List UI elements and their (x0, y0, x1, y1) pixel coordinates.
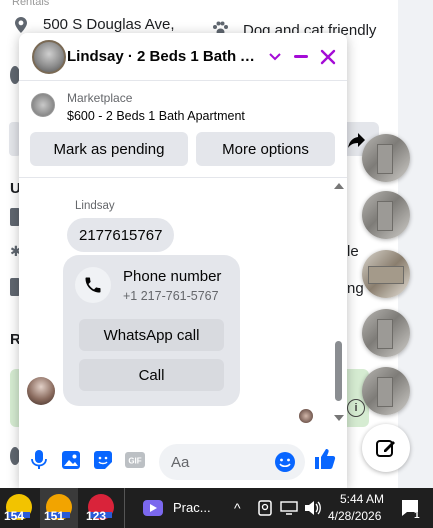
chat-head-thumbnail (368, 266, 404, 284)
taskbar-badge-1: 154 (4, 509, 25, 523)
chat-header: Lindsay · 2 Beds 1 Bath Ap... (19, 33, 347, 81)
microphone-icon (31, 450, 47, 469)
chat-head-2[interactable] (362, 191, 410, 239)
rentals-label: Rentals (12, 0, 50, 8)
whatsapp-call-button[interactable]: WhatsApp call (79, 319, 224, 351)
message-input-placeholder: Aa (171, 454, 190, 471)
photo-icon (62, 451, 80, 469)
clock-date[interactable]: 4/28/2026 (328, 509, 381, 523)
mark-as-pending-button[interactable]: Mark as pending (30, 132, 188, 166)
teams-video-icon[interactable] (143, 498, 163, 518)
chat-head-thumbnail (377, 144, 393, 174)
gif-button[interactable]: GIF (124, 449, 146, 471)
phone-icon-circle (75, 267, 111, 303)
chevron-up-icon[interactable]: ^ (234, 500, 241, 516)
sticker-icon (94, 451, 112, 469)
minimize-button[interactable] (289, 45, 313, 69)
notification-count: 1 (414, 510, 420, 521)
chat-head-5[interactable] (362, 367, 410, 415)
minimize-icon (294, 55, 308, 58)
close-icon (320, 49, 336, 65)
phone-card-number: +1 217-761-5767 (123, 289, 219, 303)
more-options-button[interactable]: More options (196, 132, 335, 166)
message-scrollbar[interactable] (333, 179, 345, 427)
chat-head-thumbnail (377, 377, 393, 407)
scroll-down-arrow[interactable] (334, 415, 344, 421)
taskbar-app-2[interactable]: 151 (40, 488, 78, 528)
chat-head-4[interactable] (362, 309, 410, 357)
message-input[interactable]: Aa (159, 444, 305, 480)
sticker-button[interactable] (92, 449, 114, 471)
phone-card-title: Phone number (123, 268, 222, 285)
camera-tray-icon[interactable] (258, 500, 272, 516)
listing-description[interactable]: $600 - 2 Beds 1 Bath Apartment (67, 109, 245, 123)
taskbar-divider (124, 488, 125, 528)
listing-avatar[interactable] (32, 40, 66, 74)
taskbar-badge-3: 123 (86, 509, 107, 523)
message-bubble[interactable]: 2177615767 (67, 218, 175, 252)
scroll-thumb[interactable] (335, 341, 342, 401)
taskbar-badge-2: 151 (44, 509, 65, 523)
seen-indicator-avatar (299, 409, 313, 423)
windows-taskbar: 154 151 123 Prac... ^ 5:44 AM 4/28/2026 … (0, 488, 433, 528)
call-button[interactable]: Call (79, 359, 224, 391)
attach-photo-button[interactable] (60, 449, 82, 471)
bg-text-le: le (347, 243, 359, 260)
voice-clip-button[interactable] (28, 449, 50, 471)
chat-title[interactable]: Lindsay · 2 Beds 1 Bath Ap... (67, 48, 263, 65)
taskbar-app-1[interactable]: 154 (0, 488, 38, 528)
bg-text-ng: ng (347, 280, 364, 297)
clock-time[interactable]: 5:44 AM (336, 492, 388, 506)
chevron-down-icon (269, 53, 281, 61)
gif-icon: GIF (125, 452, 145, 468)
bg-scroll-strip (398, 0, 433, 488)
info-icon[interactable]: i (347, 399, 365, 417)
chat-head-thumbnail (377, 201, 393, 231)
svg-text:GIF: GIF (128, 457, 141, 466)
thumbs-up-icon (315, 449, 336, 469)
chat-head-thumbnail (377, 319, 393, 349)
sender-name: Lindsay (75, 200, 115, 212)
taskbar-app-3[interactable]: 123 (82, 488, 120, 528)
location-pin-icon (15, 17, 27, 33)
volume-icon[interactable] (304, 500, 322, 516)
messenger-chat-window: Lindsay · 2 Beds 1 Bath Ap... Marketplac… (19, 33, 347, 488)
message-list: Lindsay 2177615767 Phone number +1 217-7… (19, 179, 347, 427)
marketplace-label: Marketplace (67, 91, 133, 105)
chevron-down-button[interactable] (263, 45, 287, 69)
phone-number-card: Phone number +1 217-761-5767 WhatsApp ca… (63, 255, 240, 406)
chat-head-3[interactable] (362, 250, 410, 298)
sender-avatar[interactable] (27, 377, 55, 405)
compose-icon (376, 440, 395, 457)
like-button[interactable] (313, 447, 337, 471)
emoji-icon[interactable] (274, 451, 296, 473)
scroll-up-arrow[interactable] (334, 183, 344, 189)
message-composer: GIF Aa (19, 437, 347, 485)
close-button[interactable] (316, 45, 340, 69)
new-message-button[interactable] (362, 424, 410, 472)
chat-head-1[interactable] (362, 134, 410, 182)
taskbar-active-app-label[interactable]: Prac... (173, 500, 211, 515)
network-icon[interactable] (280, 501, 298, 515)
address-text: 500 S Douglas Ave, (43, 16, 175, 33)
phone-icon (85, 277, 101, 293)
listing-thumbnail (31, 93, 55, 117)
